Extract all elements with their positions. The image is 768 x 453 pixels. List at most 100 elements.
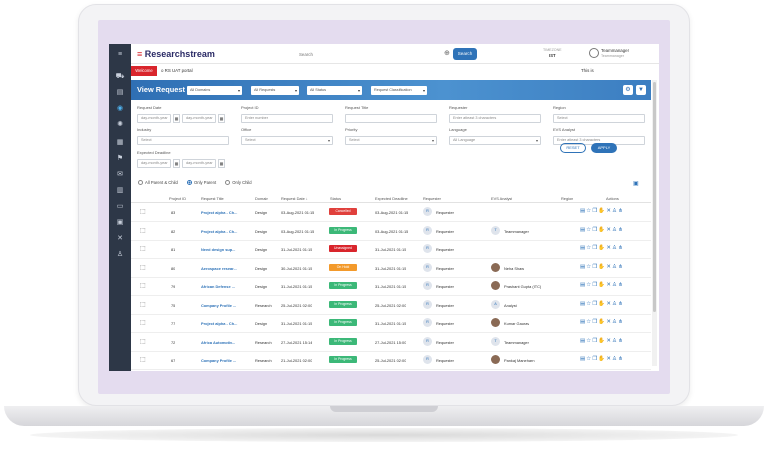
hierarchy-icon[interactable]: ⋔ bbox=[618, 282, 624, 288]
user-icon[interactable]: ♙ bbox=[114, 250, 126, 260]
scrollbar[interactable] bbox=[652, 80, 657, 366]
flag-icon[interactable]: ⚑ bbox=[114, 154, 126, 164]
hierarchy-icon[interactable]: ⋔ bbox=[618, 338, 624, 344]
request-title-link[interactable]: Need design sup... bbox=[201, 247, 251, 252]
requester-name: Requester bbox=[436, 265, 454, 271]
request-title-input[interactable] bbox=[345, 114, 437, 123]
scrollbar-thumb[interactable] bbox=[653, 82, 656, 312]
col-expected-deadline[interactable]: Expected Deadline bbox=[375, 196, 408, 201]
col-request-title[interactable]: Request Title bbox=[201, 196, 224, 201]
industry-select[interactable]: Select bbox=[137, 136, 229, 145]
table-row[interactable]: ⬚ 72 Africa Automotiv... Research 27-Jul-202… bbox=[131, 334, 651, 352]
logo[interactable]: ≡ Researchstream bbox=[137, 49, 215, 59]
requests-dropdown[interactable]: All Requests bbox=[251, 86, 299, 95]
hierarchy-icon[interactable]: ⋔ bbox=[618, 301, 624, 307]
office-select[interactable]: Select bbox=[241, 136, 333, 145]
search-input[interactable] bbox=[299, 49, 443, 59]
classification-dropdown[interactable]: Request Classification bbox=[371, 86, 427, 95]
table-row[interactable]: ⬚ 77 Project alpha - Ch... Design 31-Jul-202… bbox=[131, 315, 651, 333]
table-row[interactable]: ⬚ 82 Project alpha - Ch... Design 03-Aug-202… bbox=[131, 223, 651, 241]
calendar-icon[interactable]: ▦ bbox=[218, 114, 225, 123]
table-row[interactable]: ⬚ 79 African Defense ... Design 31-Jul-2021 … bbox=[131, 278, 651, 296]
archive-icon[interactable]: ▣ bbox=[114, 218, 126, 228]
globe-icon[interactable]: ⊕ bbox=[444, 49, 450, 57]
document-icon[interactable]: ▤ bbox=[114, 88, 126, 98]
apply-button[interactable]: APPLY bbox=[591, 143, 617, 153]
timezone-indicator[interactable]: TIMEZONE IST bbox=[543, 48, 562, 58]
expand-row-icon[interactable]: ⬚ bbox=[140, 319, 147, 327]
request-title-link[interactable]: Project alpha - Ch... bbox=[201, 210, 251, 215]
gear-icon[interactable]: ⚙ bbox=[623, 85, 633, 95]
mail-icon[interactable]: ✉ bbox=[114, 170, 126, 180]
table-row[interactable]: ⬚ 83 Project alpha - Ch... Design 03-Aug-202… bbox=[131, 204, 651, 222]
request-title-link[interactable]: Aerospace resear... bbox=[201, 266, 251, 271]
table-row[interactable]: ⬚ 80 Aerospace resear... Design 30-Jul-2021 … bbox=[131, 260, 651, 278]
grid-icon[interactable]: ▦ bbox=[114, 138, 126, 148]
language-select[interactable]: All Language bbox=[449, 136, 541, 145]
requester-input[interactable]: Enter atleast 3 characters bbox=[449, 114, 541, 123]
reset-button[interactable]: RESET bbox=[560, 143, 586, 153]
request-date-from[interactable]: day-month-year bbox=[137, 114, 171, 123]
calendar-icon[interactable]: ▦ bbox=[218, 159, 225, 168]
request-title-link[interactable]: Project alpha - Ch... bbox=[201, 321, 251, 326]
project-id: 67 bbox=[171, 358, 176, 363]
expand-row-icon[interactable]: ⬚ bbox=[140, 338, 147, 346]
col-evs-analyst[interactable]: EVS Analyst bbox=[491, 196, 512, 201]
car-icon[interactable]: ⛟ bbox=[114, 72, 126, 82]
request-title-link[interactable]: Company Profile ... bbox=[201, 358, 251, 363]
request-title-link[interactable]: Africa Automotiv... bbox=[201, 340, 251, 345]
project-id-input[interactable]: Enter number bbox=[241, 114, 333, 123]
expand-row-icon[interactable]: ⬚ bbox=[140, 227, 147, 235]
col-project-id[interactable]: Project ID bbox=[169, 196, 186, 201]
col-request-date[interactable]: Request Date ↓ bbox=[281, 196, 308, 201]
file-icon[interactable]: ▭ bbox=[114, 202, 126, 212]
col-requester[interactable]: Requester bbox=[423, 196, 441, 201]
expand-row-icon[interactable]: ⬚ bbox=[140, 208, 147, 216]
hierarchy-icon[interactable]: ⋔ bbox=[618, 356, 624, 362]
expand-row-icon[interactable]: ⬚ bbox=[140, 301, 147, 309]
hierarchy-icon[interactable]: ⋔ bbox=[618, 227, 624, 233]
expand-row-icon[interactable]: ⬚ bbox=[140, 356, 147, 364]
hierarchy-icon[interactable]: ⋔ bbox=[618, 245, 624, 251]
col-domain[interactable]: Domain bbox=[255, 196, 268, 201]
radio-all-parent-child[interactable]: All Parent & Child bbox=[138, 180, 178, 185]
requester-avatar: R bbox=[423, 207, 432, 216]
calendar-icon[interactable]: ▦ bbox=[173, 159, 180, 168]
region-select[interactable]: Select bbox=[553, 114, 645, 123]
chart-icon[interactable]: ▥ bbox=[114, 186, 126, 196]
avatar[interactable] bbox=[589, 48, 599, 58]
priority-select[interactable]: Select bbox=[345, 136, 437, 145]
calendar-icon[interactable]: ▦ bbox=[173, 114, 180, 123]
expand-row-icon[interactable]: ⬚ bbox=[140, 282, 147, 290]
table-row[interactable]: ⬚ 81 Need design sup... Design 31-Jul-2021 0… bbox=[131, 241, 651, 259]
user-name[interactable]: Teammanager bbox=[601, 48, 629, 53]
hierarchy-icon[interactable]: ⋔ bbox=[618, 264, 624, 270]
search-button[interactable]: Search bbox=[453, 48, 477, 60]
request-date-to[interactable]: day-month-year bbox=[182, 114, 216, 123]
deadline-from[interactable]: day-month-year bbox=[137, 159, 171, 168]
table-row[interactable]: ⬚ 67 Company Profile ... Research 21-Jul-202… bbox=[131, 352, 651, 370]
status-dropdown[interactable]: All Status bbox=[307, 86, 362, 95]
domain-dropdown[interactable]: All Domains bbox=[187, 86, 242, 95]
col-region[interactable]: Region bbox=[561, 196, 573, 201]
col-status[interactable]: Status bbox=[330, 196, 341, 201]
request-title-link[interactable]: Company Profile ... bbox=[201, 303, 251, 308]
eye-icon[interactable]: ◉ bbox=[114, 104, 126, 114]
radio-only-child[interactable]: Only Child bbox=[225, 180, 252, 185]
hierarchy-icon[interactable]: ⋔ bbox=[618, 319, 624, 325]
radio-only-parent[interactable]: Only Parent bbox=[187, 180, 216, 185]
menu-icon[interactable]: ≡ bbox=[114, 50, 126, 60]
filter-icon[interactable]: ▼ bbox=[636, 85, 646, 95]
deadline-to[interactable]: day-month-year bbox=[182, 159, 216, 168]
export-excel-icon[interactable]: ▣ bbox=[633, 180, 639, 187]
expand-row-icon[interactable]: ⬚ bbox=[140, 264, 147, 272]
expand-row-icon[interactable]: ⬚ bbox=[140, 245, 147, 253]
bulb-icon[interactable]: ✺ bbox=[114, 120, 126, 130]
status-badge: In Progress bbox=[329, 282, 357, 289]
table-row[interactable]: ⬚ 75 Company Profile ... Research 25-Jul-202… bbox=[131, 297, 651, 315]
request-title-link[interactable]: Project alpha - Ch... bbox=[201, 229, 251, 234]
tools-icon[interactable]: ✕ bbox=[114, 234, 126, 244]
request-title-link[interactable]: African Defense ... bbox=[201, 284, 251, 289]
hierarchy-icon[interactable]: ⋔ bbox=[618, 208, 624, 214]
analyst-name: Neha Shaw bbox=[504, 265, 525, 271]
